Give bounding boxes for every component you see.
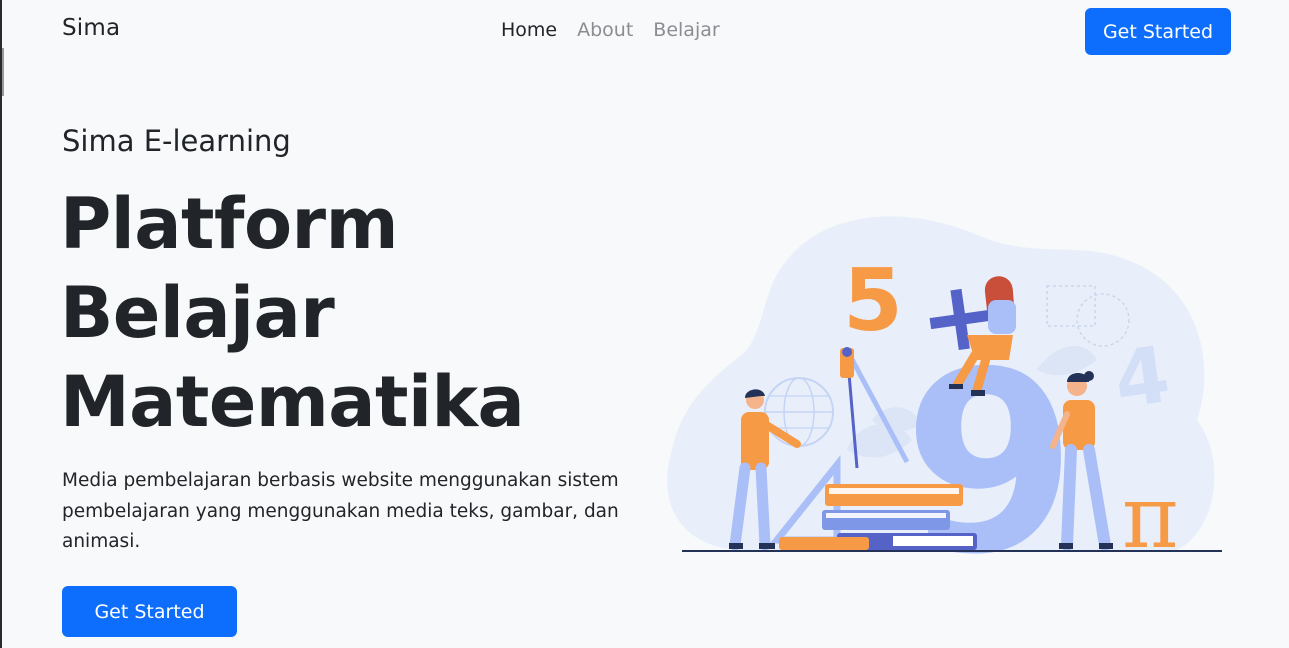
hero-description: Media pembelajaran berbasis website meng… [62, 470, 619, 552]
navbar-get-started-button[interactable]: Get Started [1085, 8, 1231, 55]
hero-headline: Platform Belajar Matematika [60, 180, 620, 447]
headline-line-belajar: Belajar [60, 272, 335, 354]
headline-line-matematika: Matematika [60, 361, 525, 443]
pi-symbol-glyph: π [1122, 468, 1179, 560]
nav-links: Home About Belajar [501, 19, 720, 41]
brand-logo[interactable]: Sima [62, 15, 120, 41]
number-five-glyph: 5 [843, 251, 903, 351]
nav-link-belajar[interactable]: Belajar [653, 19, 719, 41]
math-learning-illustration: 5 4 9 + π [667, 216, 1222, 560]
nav-link-home[interactable]: Home [501, 19, 557, 41]
navbar: Sima Home About Belajar Get Started [2, 0, 1289, 62]
page: Sima Home About Belajar Get Started Sima… [0, 0, 1289, 648]
nav-link-about[interactable]: About [577, 19, 633, 41]
hero-get-started-button[interactable]: Get Started [62, 586, 237, 637]
headline-line-platform: Platform [60, 183, 399, 265]
hero-subtitle: Sima E-learning [62, 124, 291, 158]
